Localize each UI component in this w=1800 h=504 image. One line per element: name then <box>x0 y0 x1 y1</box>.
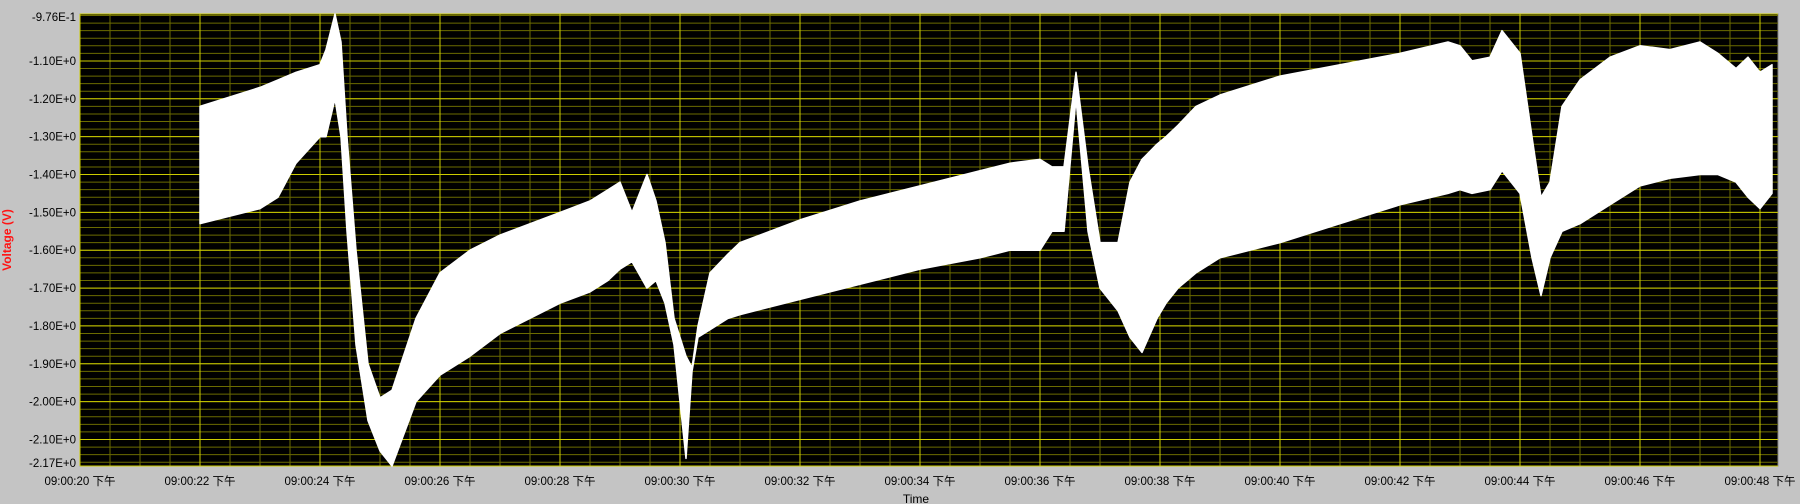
x-tick-label: 09:00:22 下午 <box>165 475 236 488</box>
y-axis-title: Voltage (V) <box>0 209 14 271</box>
y-tick-label: -1.10E+0 <box>29 56 76 68</box>
x-tick-label: 09:00:42 下午 <box>1365 475 1436 488</box>
y-tick-label: -1.50E+0 <box>29 207 76 219</box>
x-tick-label: 09:00:20 下午 <box>45 475 116 488</box>
x-tick-label: 09:00:36 下午 <box>1005 475 1076 488</box>
y-tick-label: -1.60E+0 <box>29 245 76 257</box>
x-tick-label: 09:00:30 下午 <box>645 475 716 488</box>
y-tick-label: -1.40E+0 <box>29 170 76 182</box>
x-tick-label: 09:00:38 下午 <box>1125 475 1196 488</box>
x-tick-label: 09:00:34 下午 <box>885 475 956 488</box>
x-tick-label: 09:00:24 下午 <box>285 475 356 488</box>
x-tick-label: 09:00:40 下午 <box>1245 475 1316 488</box>
x-tick-label: 09:00:26 下午 <box>405 475 476 488</box>
chart-root: -9.76E-1 -1.10E+0 -1.20E+0 -1.30E+0 -1.40E+0… <box>0 0 1800 504</box>
y-tick-label: -2.00E+0 <box>29 397 76 409</box>
y-tick-label: -1.80E+0 <box>29 321 76 333</box>
x-tick-label: 09:00:44 下午 <box>1485 475 1556 488</box>
x-axis-title: Time <box>903 492 930 504</box>
x-tick-labels: 09:00:20 下午 09:00:22 下午 09:00:24 下午 09:00:2… <box>45 475 1796 488</box>
x-tick-label: 09:00:48 下午 <box>1725 475 1796 488</box>
y-tick-label: -1.20E+0 <box>29 94 76 106</box>
y-tick-label: -9.76E-1 <box>32 12 76 24</box>
y-tick-label: -1.30E+0 <box>29 132 76 144</box>
x-tick-label: 09:00:32 下午 <box>765 475 836 488</box>
y-tick-label: -2.10E+0 <box>29 435 76 447</box>
x-tick-label: 09:00:28 下午 <box>525 475 596 488</box>
y-tick-label: -1.70E+0 <box>29 283 76 295</box>
x-tick-label: 09:00:46 下午 <box>1605 475 1676 488</box>
waveform-chart: -9.76E-1 -1.10E+0 -1.20E+0 -1.30E+0 -1.40E+0… <box>0 0 1800 504</box>
y-tick-label: -1.90E+0 <box>29 359 76 371</box>
y-tick-label: -2.17E+0 <box>29 458 76 470</box>
